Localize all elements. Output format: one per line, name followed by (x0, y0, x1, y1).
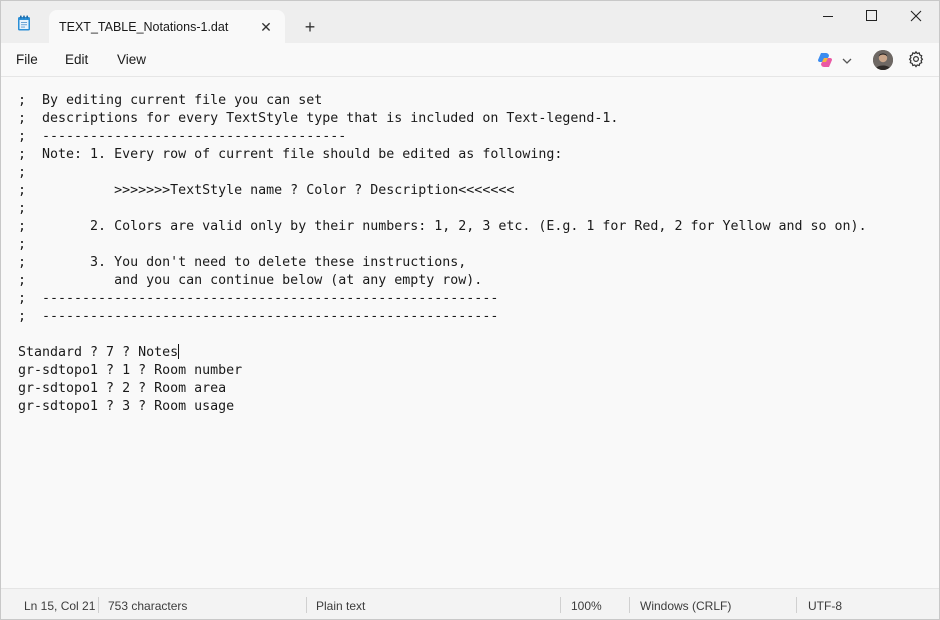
avatar[interactable] (873, 50, 893, 70)
text-editor[interactable]: ; By editing current file you can set ; … (1, 77, 939, 587)
tab-title: TEXT_TABLE_Notations-1.dat (59, 20, 229, 34)
status-format: Plain text (316, 599, 366, 613)
vertical-scrollbar[interactable] (931, 77, 937, 587)
editor-line: ; 3. You don't need to delete these inst… (18, 255, 467, 270)
editor-line: ; (18, 201, 27, 216)
tab-document[interactable]: TEXT_TABLE_Notations-1.dat ✕ (49, 10, 285, 44)
editor-line-current: Standard ? 7 ? Notes (18, 344, 180, 362)
text-caret (178, 344, 180, 359)
new-tab-button[interactable]: + (299, 16, 321, 38)
status-divider (98, 597, 99, 613)
notepad-window: TEXT_TABLE_Notations-1.dat ✕ + File Edit… (0, 0, 940, 620)
menu-file[interactable]: File (16, 52, 38, 67)
close-window-button[interactable] (893, 1, 939, 31)
editor-line: ; (18, 165, 27, 180)
editor-line: ; Note: 1. Every row of current file sho… (18, 147, 563, 162)
status-divider (306, 597, 307, 613)
editor-line: ; By editing current file you can set (18, 93, 323, 108)
editor-line: gr-sdtopo1 ? 1 ? Room number (18, 363, 243, 378)
status-zoom[interactable]: 100% (571, 599, 602, 613)
editor-line: gr-sdtopo1 ? 2 ? Room area (18, 381, 227, 396)
menu-bar: File Edit View (1, 43, 939, 77)
status-line-ending[interactable]: Windows (CRLF) (640, 599, 731, 613)
status-divider (629, 597, 630, 613)
status-character-count: 753 characters (108, 599, 188, 613)
editor-line: gr-sdtopo1 ? 3 ? Room usage (18, 399, 235, 414)
editor-line: ; and you can continue below (at any emp… (18, 273, 483, 288)
editor-line: ; (18, 237, 27, 252)
maximize-button[interactable] (849, 1, 895, 31)
editor-line: ; 2. Colors are valid only by their numb… (18, 219, 867, 234)
editor-line: ; --------------------------------------… (18, 309, 499, 324)
status-divider (796, 597, 797, 613)
editor-line: ; --------------------------------------… (18, 291, 499, 306)
current-line-text: Standard ? 7 ? Notes (18, 345, 179, 360)
chevron-down-icon[interactable] (841, 54, 853, 66)
copilot-icon[interactable] (816, 51, 834, 69)
menu-view[interactable]: View (117, 52, 146, 67)
title-bar: TEXT_TABLE_Notations-1.dat ✕ + (1, 1, 939, 44)
notepad-icon (17, 15, 31, 31)
close-tab-icon[interactable]: ✕ (255, 16, 277, 38)
editor-line: ; -------------------------------------- (18, 129, 347, 144)
status-divider (560, 597, 561, 613)
status-encoding[interactable]: UTF-8 (808, 599, 842, 613)
menu-edit[interactable]: Edit (65, 52, 88, 67)
minimize-button[interactable] (805, 1, 851, 31)
status-cursor-position: Ln 15, Col 21 (24, 599, 96, 613)
editor-line: ; descriptions for every TextStyle type … (18, 111, 619, 126)
status-bar: Ln 15, Col 21 753 characters Plain text … (1, 588, 939, 619)
editor-line: ; >>>>>>>TextStyle name ? Color ? Descri… (18, 183, 515, 198)
gear-icon[interactable] (907, 50, 925, 68)
